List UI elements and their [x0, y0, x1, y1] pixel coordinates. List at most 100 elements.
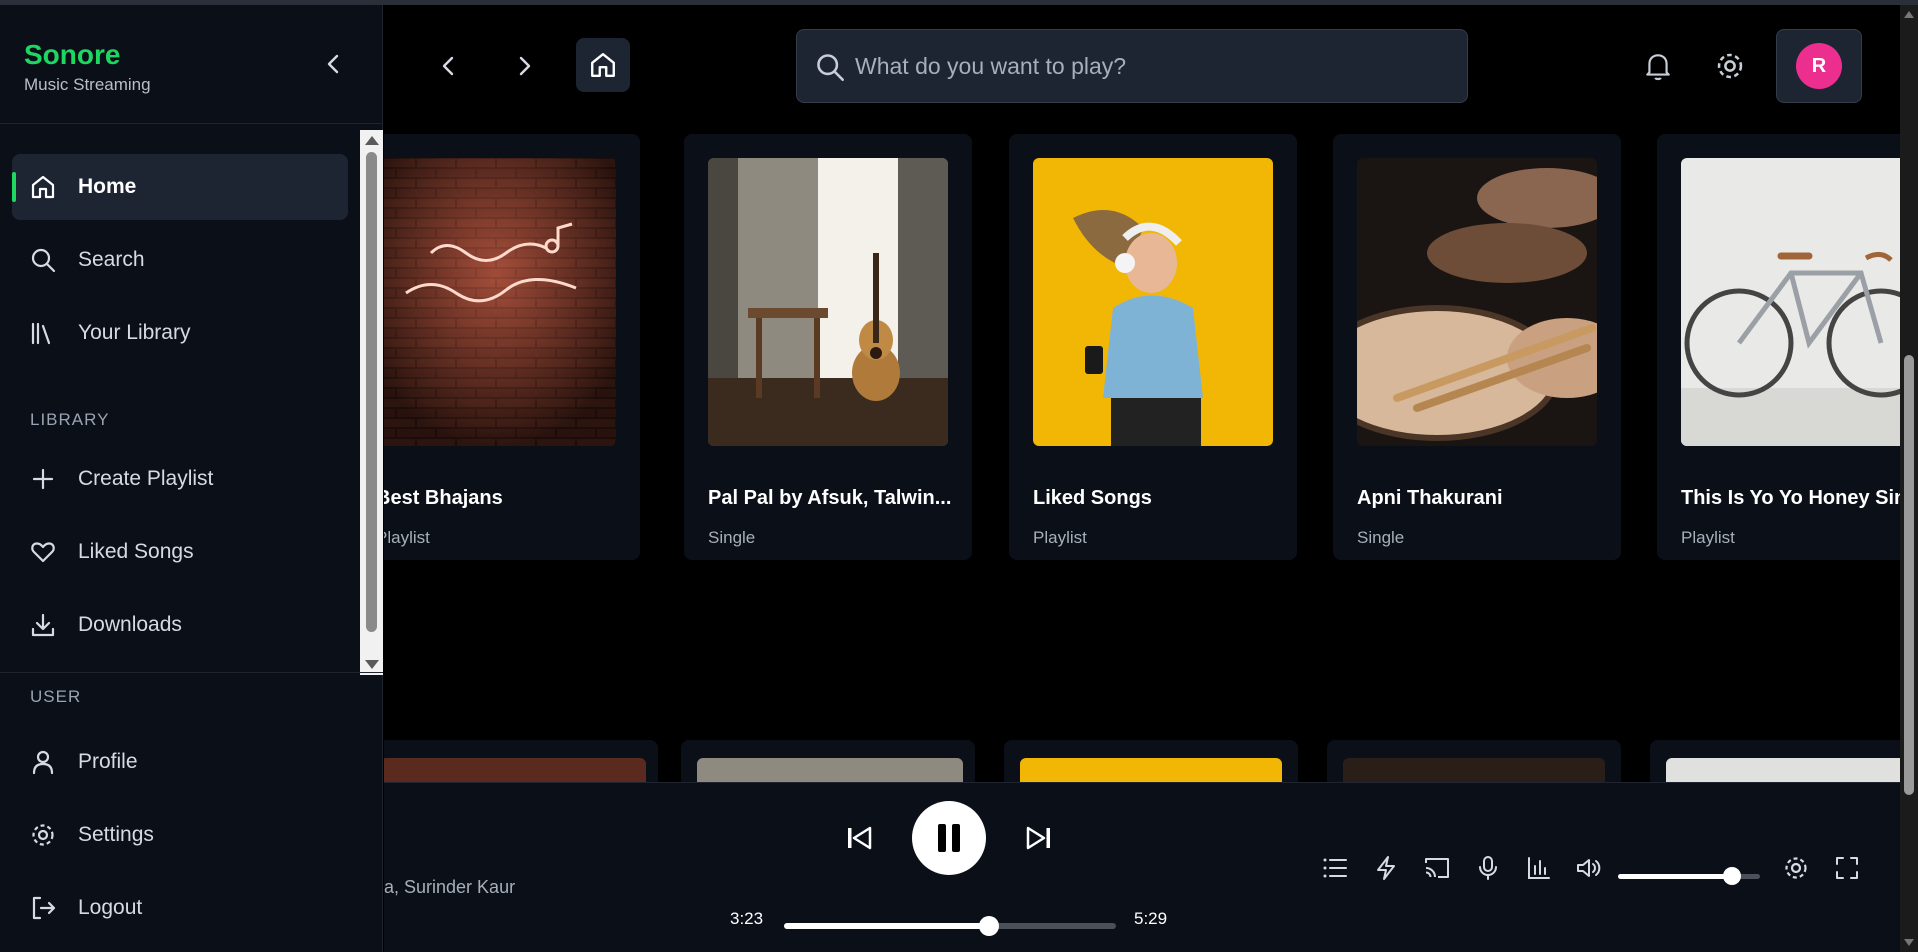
sidebar-item-label: Liked Songs — [78, 540, 194, 563]
lightning-icon — [1377, 856, 1395, 880]
fullscreen-button[interactable] — [1830, 851, 1864, 885]
card-type: Playlist — [384, 528, 430, 547]
card-type: Playlist — [1681, 528, 1735, 547]
scroll-up-arrow[interactable] — [365, 136, 379, 145]
now-playing-artist[interactable]: a, Surinder Kaur — [384, 877, 515, 898]
card-yo-yo-honey-singh[interactable]: This Is Yo Yo Honey Singh Playlist — [1657, 134, 1900, 560]
home-button[interactable] — [576, 38, 630, 92]
card-liked-songs[interactable]: Liked Songs Playlist — [1009, 134, 1297, 560]
sidebar-divider — [0, 123, 383, 124]
next-button[interactable] — [1020, 819, 1058, 857]
skip-next-icon — [1026, 826, 1050, 850]
notifications-button[interactable] — [1640, 48, 1676, 84]
profile-button[interactable]: R — [1776, 29, 1862, 103]
gear-icon — [32, 824, 54, 846]
sidebar-item-settings[interactable]: Settings — [12, 802, 348, 868]
user-section-label: USER — [30, 687, 82, 706]
player-settings-button[interactable] — [1779, 851, 1813, 885]
pause-icon — [938, 824, 960, 852]
settings-button[interactable] — [1712, 48, 1748, 84]
fullscreen-icon — [1836, 857, 1858, 879]
bicycle-artwork — [1666, 758, 1900, 782]
card-row2-4[interactable] — [1327, 740, 1621, 782]
search-input[interactable] — [855, 46, 1435, 86]
sidebar-item-label: Profile — [78, 750, 138, 773]
plus-icon — [32, 468, 54, 490]
neon-sign-artwork — [384, 758, 646, 782]
mute-button[interactable] — [1572, 851, 1606, 885]
card-type: Single — [1357, 528, 1405, 547]
gear-icon — [1785, 857, 1807, 879]
volume-fill — [1618, 874, 1732, 879]
equalizer-button[interactable] — [1522, 851, 1556, 885]
card-pal-pal[interactable]: Pal Pal by Afsuk, Talwin... Single — [684, 134, 972, 560]
card-best-bhajans[interactable]: Best Bhajans Playlist — [384, 134, 640, 560]
scroll-down-arrow[interactable] — [1904, 939, 1914, 946]
queue-button[interactable] — [1318, 851, 1352, 885]
total-time: 5:29 — [1134, 909, 1168, 928]
chevron-left-icon — [327, 54, 339, 74]
volume-icon — [1577, 859, 1601, 877]
download-icon — [31, 613, 55, 637]
woman-headphones-artwork — [1033, 158, 1273, 446]
chevron-left-icon — [442, 56, 454, 76]
search-bar[interactable] — [796, 29, 1468, 103]
sidebar-item-label: Downloads — [78, 613, 182, 636]
home-icon — [31, 175, 55, 199]
sidebar-scrollbar[interactable] — [360, 130, 383, 675]
sidebar-divider — [0, 672, 383, 673]
sidebar-item-home[interactable]: Home — [12, 154, 348, 220]
user-icon — [32, 750, 54, 775]
guitar-room-artwork — [708, 158, 948, 446]
sidebar-item-label: Create Playlist — [78, 467, 214, 490]
chevron-right-icon — [519, 56, 531, 76]
pause-button[interactable] — [912, 801, 986, 875]
sidebar-item-profile[interactable]: Profile — [12, 729, 348, 795]
bar-chart-icon — [1528, 857, 1550, 879]
gear-icon — [1717, 53, 1743, 79]
cast-button[interactable] — [1420, 851, 1454, 885]
microphone-icon — [1479, 856, 1497, 880]
scrollbar-thumb[interactable] — [366, 152, 377, 632]
back-button[interactable] — [430, 48, 466, 84]
card-apni-thakurani[interactable]: Apni Thakurani Single — [1333, 134, 1621, 560]
card-row2-2[interactable] — [681, 740, 975, 782]
card-type: Single — [708, 528, 756, 547]
scroll-down-arrow[interactable] — [365, 660, 379, 669]
card-title: Pal Pal by Afsuk, Talwin... — [708, 487, 952, 509]
card-row2-1[interactable] — [384, 740, 658, 782]
forward-button[interactable] — [507, 48, 543, 84]
page-scrollbar[interactable] — [1900, 5, 1918, 952]
cast-icon — [1425, 858, 1449, 878]
lightning-button[interactable] — [1369, 851, 1403, 885]
lyrics-button[interactable] — [1471, 851, 1505, 885]
progress-handle[interactable] — [978, 916, 999, 936]
drums-artwork — [1343, 758, 1605, 782]
collapse-sidebar-button[interactable] — [318, 49, 348, 79]
queue-list-icon — [1323, 858, 1347, 878]
sidebar: Sonore Music Streaming Home Search Your … — [0, 5, 383, 952]
previous-button[interactable] — [840, 819, 878, 857]
library-section-label: LIBRARY — [30, 410, 110, 429]
sidebar-item-label: Home — [78, 175, 137, 198]
sidebar-item-search[interactable]: Search — [12, 227, 348, 293]
sidebar-item-logout[interactable]: Logout — [12, 875, 348, 941]
card-type: Playlist — [1033, 528, 1087, 547]
scrollbar-thumb[interactable] — [1904, 355, 1914, 795]
volume-slider[interactable] — [1618, 867, 1760, 885]
sidebar-item-create-playlist[interactable]: Create Playlist — [12, 446, 348, 512]
guitar-room-artwork — [697, 758, 963, 782]
sidebar-item-label: Settings — [78, 823, 154, 846]
scroll-up-arrow[interactable] — [1904, 11, 1914, 18]
volume-handle[interactable] — [1722, 867, 1741, 885]
bicycle-artwork — [1681, 158, 1900, 446]
progress-bar[interactable] — [784, 916, 1116, 936]
player-bar: a, Surinder Kaur 3:23 5:29 — [384, 782, 1900, 952]
card-row2-5[interactable] — [1650, 740, 1900, 782]
sidebar-item-downloads[interactable]: Downloads — [12, 592, 348, 658]
sidebar-item-liked-songs[interactable]: Liked Songs — [12, 519, 348, 585]
card-title: Apni Thakurani — [1357, 487, 1503, 509]
sidebar-item-library[interactable]: Your Library — [12, 300, 348, 366]
bell-icon — [1646, 54, 1670, 81]
card-row2-3[interactable] — [1004, 740, 1298, 782]
